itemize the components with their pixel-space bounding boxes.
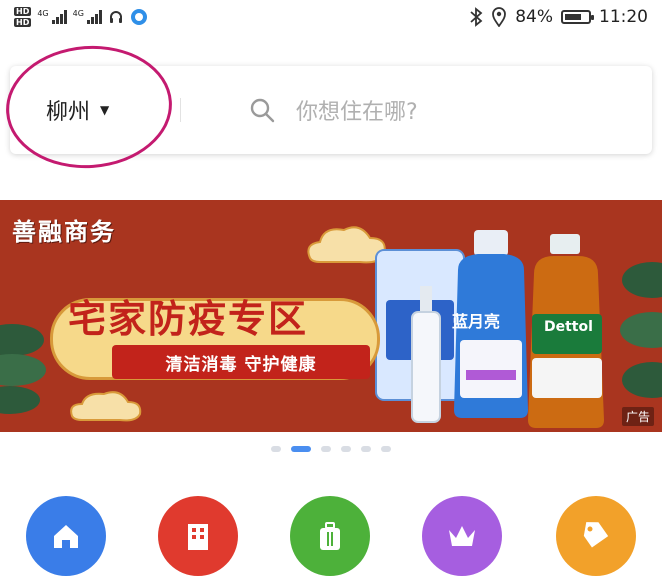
banner-subtitle-box: 清洁消毒 守护健康 — [112, 345, 370, 379]
status-right: 84% 11:20 — [469, 7, 648, 27]
carousel-dot[interactable] — [361, 446, 371, 452]
carousel-dot[interactable] — [291, 446, 311, 452]
divider — [180, 98, 181, 122]
network-type-1: 4G — [37, 9, 49, 18]
home-icon — [54, 525, 78, 548]
search-bar: 柳州 ▼ 你想住在哪? — [1, 40, 652, 174]
hd-indicators: HD HD — [14, 7, 32, 27]
status-bar: HD HD 4G 4G 84% 11:20 — [0, 0, 662, 34]
product-label-2: Dettol — [540, 318, 597, 336]
category-home-button[interactable] — [26, 496, 106, 576]
hd-badge-1: HD — [14, 7, 32, 16]
product-label-1: 蓝月亮 — [452, 312, 501, 331]
luggage-icon — [320, 522, 340, 550]
category-crown-button[interactable] — [422, 496, 502, 576]
clock: 11:20 — [599, 7, 648, 27]
category-row — [0, 496, 662, 576]
search-input[interactable]: 你想住在哪? — [296, 66, 418, 154]
hd-badge-2: HD — [14, 18, 32, 27]
carousel-indicator — [0, 446, 662, 452]
carousel-dot[interactable] — [321, 446, 331, 452]
tag-icon — [583, 522, 609, 548]
pine-tree-right-icon — [620, 262, 662, 398]
cloud-decoration-2-icon — [70, 391, 142, 422]
search-icon[interactable] — [248, 96, 276, 124]
banner-subtitle: 清洁消毒 守护健康 — [165, 354, 317, 375]
category-building-button[interactable] — [158, 496, 238, 576]
location-icon — [492, 7, 507, 27]
banner-brand: 善融商务 — [12, 218, 116, 246]
category-luggage-button[interactable] — [290, 496, 370, 576]
bluetooth-icon — [470, 7, 483, 27]
signal-1-icon: 4G — [37, 9, 67, 24]
battery-icon — [561, 10, 594, 24]
battery-percent: 84% — [515, 7, 553, 27]
promo-banner[interactable]: 善融商务 蓝月亮 Dettol 宅家防疫专区 清洁消毒 守护健康 广告 — [0, 200, 662, 432]
highlight-circle — [1, 40, 177, 174]
banner-title: 宅家防疫专区 — [68, 297, 309, 341]
carousel-dot[interactable] — [341, 446, 351, 452]
headset-icon — [109, 11, 122, 23]
carousel-dot[interactable] — [271, 446, 281, 452]
pump-bottle-icon — [411, 286, 441, 423]
signal-2-icon: 4G — [73, 10, 102, 24]
network-type-2: 4G — [72, 9, 84, 18]
category-tag-button[interactable] — [556, 496, 636, 576]
carousel-dot[interactable] — [381, 446, 391, 452]
pine-tree-left-icon — [0, 324, 46, 414]
status-left: HD HD 4G 4G — [14, 7, 148, 27]
crown-icon — [449, 526, 475, 546]
app-status-icon — [130, 9, 147, 25]
building-icon — [188, 524, 208, 550]
ad-tag: 广告 — [621, 407, 654, 426]
